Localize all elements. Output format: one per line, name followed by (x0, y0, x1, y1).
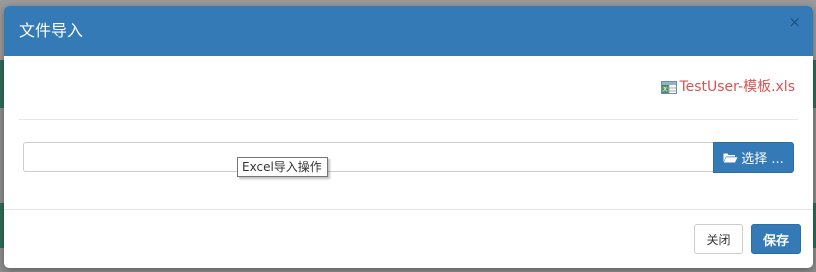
section-divider (19, 119, 798, 120)
close-button[interactable]: 关闭 (694, 224, 743, 254)
save-button[interactable]: 保存 (751, 224, 801, 254)
footer-divider (4, 209, 813, 210)
template-file-name: TestUser-模板.xls (679, 79, 795, 95)
excel-import-tooltip: Excel导入操作 (237, 157, 328, 177)
excel-file-icon: X (661, 80, 678, 94)
folder-open-icon (723, 153, 738, 163)
file-import-modal: 文件导入 × X TestUser-模板.xls 选择 ... Excel导入操… (4, 6, 813, 268)
close-icon[interactable]: × (788, 15, 801, 30)
modal-header: 文件导入 × (4, 6, 813, 56)
modal-title: 文件导入 (19, 21, 84, 40)
file-path-input[interactable] (23, 142, 713, 172)
choose-file-label: 选择 ... (741, 152, 784, 167)
template-download-link[interactable]: X TestUser-模板.xls (661, 78, 795, 96)
choose-file-button[interactable]: 选择 ... (713, 142, 794, 173)
svg-text:X: X (663, 86, 667, 93)
